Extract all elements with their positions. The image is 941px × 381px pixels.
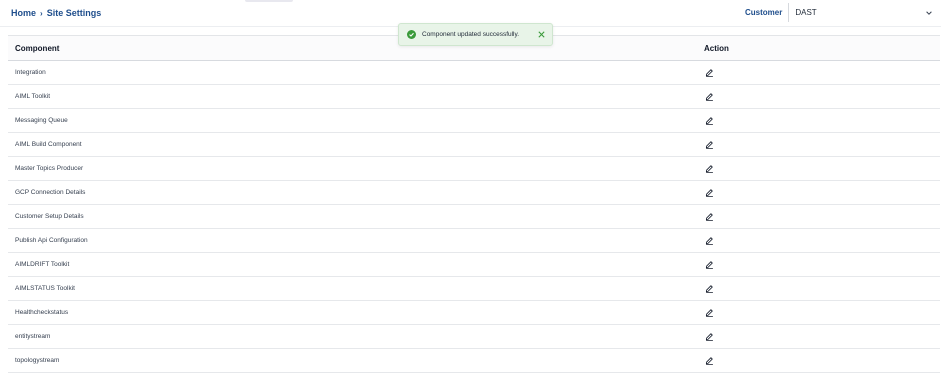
table-row: topologystream xyxy=(8,349,940,373)
table-row: AIMLDRIFT Toolkit xyxy=(8,253,940,277)
components-table: Component Action Integration AIML Toolkit… xyxy=(8,35,940,373)
column-header-action: Action xyxy=(704,43,729,53)
table-row: Customer Setup Details xyxy=(8,205,940,229)
column-header-component: Component xyxy=(15,43,60,53)
edit-pencil-icon[interactable] xyxy=(703,187,715,199)
component-name: AIMLDRIFT Toolkit xyxy=(15,261,70,268)
customer-dropdown-value: DAST xyxy=(795,8,817,17)
top-accent-line xyxy=(245,0,293,2)
edit-pencil-icon[interactable] xyxy=(703,115,715,127)
edit-pencil-icon[interactable] xyxy=(703,235,715,247)
edit-pencil-icon[interactable] xyxy=(703,307,715,319)
chevron-down-icon xyxy=(926,10,933,15)
edit-pencil-icon[interactable] xyxy=(703,355,715,367)
component-name: Publish Api Configuration xyxy=(15,237,88,244)
customer-selector: Customer DAST xyxy=(741,3,938,22)
table-row: Publish Api Configuration xyxy=(8,229,940,253)
customer-dropdown[interactable]: DAST xyxy=(788,3,938,22)
table-row: entitystream xyxy=(8,325,940,349)
component-name: AIML Build Component xyxy=(15,141,82,148)
component-name: AIMLSTATUS Toolkit xyxy=(15,285,75,292)
table-row: Messaging Queue xyxy=(8,109,940,133)
edit-pencil-icon[interactable] xyxy=(703,91,715,103)
breadcrumb-current: Site Settings xyxy=(46,8,102,18)
table-row: AIML Toolkit xyxy=(8,85,940,109)
component-name: Customer Setup Details xyxy=(15,213,84,220)
edit-pencil-icon[interactable] xyxy=(703,163,715,175)
table-row: Integration xyxy=(8,61,940,85)
check-circle-icon xyxy=(407,30,416,39)
table-row: AIML Build Component xyxy=(8,133,940,157)
edit-pencil-icon[interactable] xyxy=(703,139,715,151)
component-name: entitystream xyxy=(15,333,51,340)
component-name: Messaging Queue xyxy=(15,117,68,124)
edit-pencil-icon[interactable] xyxy=(703,331,715,343)
component-name: Integration xyxy=(15,69,46,76)
component-name: topologystream xyxy=(15,357,60,364)
breadcrumb-home-link[interactable]: Home xyxy=(11,8,36,18)
component-name: AIML Toolkit xyxy=(15,93,51,100)
close-icon[interactable] xyxy=(537,30,546,39)
table-row: Healthcheckstatus xyxy=(8,301,940,325)
table-row: Master Topics Producer xyxy=(8,157,940,181)
component-name: GCP Connection Details xyxy=(15,189,86,196)
component-name: Healthcheckstatus xyxy=(15,309,69,316)
success-toast: Component updated successfully. xyxy=(398,23,553,46)
breadcrumb: Home › Site Settings xyxy=(11,8,101,18)
edit-pencil-icon[interactable] xyxy=(703,211,715,223)
table-body: Integration AIML Toolkit Messaging Queue AI… xyxy=(8,61,940,373)
table-row: AIMLSTATUS Toolkit xyxy=(8,277,940,301)
edit-pencil-icon[interactable] xyxy=(703,67,715,79)
edit-pencil-icon[interactable] xyxy=(703,259,715,271)
component-name: Master Topics Producer xyxy=(15,165,84,172)
toast-message: Component updated successfully. xyxy=(422,31,520,38)
table-row: GCP Connection Details xyxy=(8,181,940,205)
breadcrumb-separator-icon: › xyxy=(40,8,43,18)
customer-label: Customer xyxy=(745,8,783,17)
edit-pencil-icon[interactable] xyxy=(703,283,715,295)
